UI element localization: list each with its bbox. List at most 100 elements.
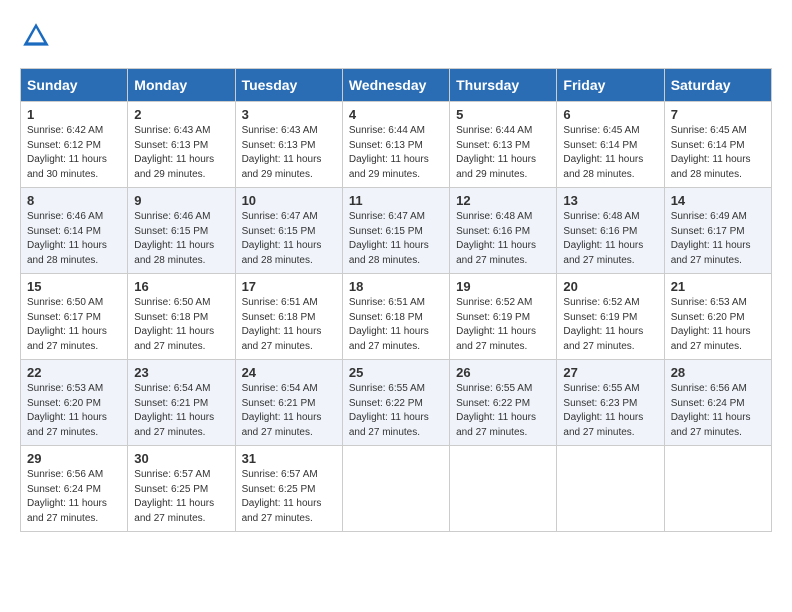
day-info: Sunrise: 6:51 AMSunset: 6:18 PMDaylight:…: [349, 297, 429, 352]
day-number: 19: [456, 279, 550, 294]
day-number: 30: [134, 451, 228, 466]
calendar-day-cell: 11 Sunrise: 6:47 AMSunset: 6:15 PMDaylig…: [342, 188, 449, 274]
day-info: Sunrise: 6:52 AMSunset: 6:19 PMDaylight:…: [456, 297, 536, 352]
page-header: [20, 20, 772, 52]
calendar-day-cell: 18 Sunrise: 6:51 AMSunset: 6:18 PMDaylig…: [342, 274, 449, 360]
day-info: Sunrise: 6:47 AMSunset: 6:15 PMDaylight:…: [242, 211, 322, 266]
empty-cell: [450, 446, 557, 532]
day-number: 15: [27, 279, 121, 294]
day-info: Sunrise: 6:46 AMSunset: 6:14 PMDaylight:…: [27, 211, 107, 266]
logo: [20, 20, 56, 52]
day-info: Sunrise: 6:55 AMSunset: 6:22 PMDaylight:…: [349, 383, 429, 438]
day-number: 10: [242, 193, 336, 208]
day-header-friday: Friday: [557, 69, 664, 102]
day-header-wednesday: Wednesday: [342, 69, 449, 102]
day-number: 3: [242, 107, 336, 122]
day-number: 4: [349, 107, 443, 122]
day-number: 20: [563, 279, 657, 294]
calendar-day-cell: 17 Sunrise: 6:51 AMSunset: 6:18 PMDaylig…: [235, 274, 342, 360]
day-info: Sunrise: 6:54 AMSunset: 6:21 PMDaylight:…: [242, 383, 322, 438]
day-number: 5: [456, 107, 550, 122]
calendar-day-cell: 7 Sunrise: 6:45 AMSunset: 6:14 PMDayligh…: [664, 102, 771, 188]
day-info: Sunrise: 6:50 AMSunset: 6:18 PMDaylight:…: [134, 297, 214, 352]
day-header-sunday: Sunday: [21, 69, 128, 102]
calendar-day-cell: 13 Sunrise: 6:48 AMSunset: 6:16 PMDaylig…: [557, 188, 664, 274]
day-number: 13: [563, 193, 657, 208]
calendar-day-cell: 15 Sunrise: 6:50 AMSunset: 6:17 PMDaylig…: [21, 274, 128, 360]
day-number: 28: [671, 365, 765, 380]
day-info: Sunrise: 6:52 AMSunset: 6:19 PMDaylight:…: [563, 297, 643, 352]
calendar-day-cell: 26 Sunrise: 6:55 AMSunset: 6:22 PMDaylig…: [450, 360, 557, 446]
calendar-day-cell: 9 Sunrise: 6:46 AMSunset: 6:15 PMDayligh…: [128, 188, 235, 274]
day-number: 12: [456, 193, 550, 208]
calendar-day-cell: 3 Sunrise: 6:43 AMSunset: 6:13 PMDayligh…: [235, 102, 342, 188]
calendar-day-cell: 10 Sunrise: 6:47 AMSunset: 6:15 PMDaylig…: [235, 188, 342, 274]
day-number: 14: [671, 193, 765, 208]
day-info: Sunrise: 6:47 AMSunset: 6:15 PMDaylight:…: [349, 211, 429, 266]
day-info: Sunrise: 6:48 AMSunset: 6:16 PMDaylight:…: [456, 211, 536, 266]
day-info: Sunrise: 6:50 AMSunset: 6:17 PMDaylight:…: [27, 297, 107, 352]
calendar-day-cell: 22 Sunrise: 6:53 AMSunset: 6:20 PMDaylig…: [21, 360, 128, 446]
day-number: 24: [242, 365, 336, 380]
day-info: Sunrise: 6:46 AMSunset: 6:15 PMDaylight:…: [134, 211, 214, 266]
day-number: 11: [349, 193, 443, 208]
day-number: 27: [563, 365, 657, 380]
calendar-header-row: SundayMondayTuesdayWednesdayThursdayFrid…: [21, 69, 772, 102]
day-number: 31: [242, 451, 336, 466]
day-info: Sunrise: 6:48 AMSunset: 6:16 PMDaylight:…: [563, 211, 643, 266]
calendar-week-row: 22 Sunrise: 6:53 AMSunset: 6:20 PMDaylig…: [21, 360, 772, 446]
day-info: Sunrise: 6:53 AMSunset: 6:20 PMDaylight:…: [27, 383, 107, 438]
calendar-day-cell: 23 Sunrise: 6:54 AMSunset: 6:21 PMDaylig…: [128, 360, 235, 446]
calendar-week-row: 15 Sunrise: 6:50 AMSunset: 6:17 PMDaylig…: [21, 274, 772, 360]
calendar-day-cell: 14 Sunrise: 6:49 AMSunset: 6:17 PMDaylig…: [664, 188, 771, 274]
day-info: Sunrise: 6:54 AMSunset: 6:21 PMDaylight:…: [134, 383, 214, 438]
day-header-tuesday: Tuesday: [235, 69, 342, 102]
day-number: 25: [349, 365, 443, 380]
empty-cell: [557, 446, 664, 532]
day-info: Sunrise: 6:45 AMSunset: 6:14 PMDaylight:…: [563, 125, 643, 180]
day-info: Sunrise: 6:44 AMSunset: 6:13 PMDaylight:…: [456, 125, 536, 180]
calendar-day-cell: 30 Sunrise: 6:57 AMSunset: 6:25 PMDaylig…: [128, 446, 235, 532]
calendar-day-cell: 2 Sunrise: 6:43 AMSunset: 6:13 PMDayligh…: [128, 102, 235, 188]
calendar-day-cell: 28 Sunrise: 6:56 AMSunset: 6:24 PMDaylig…: [664, 360, 771, 446]
day-number: 26: [456, 365, 550, 380]
day-number: 6: [563, 107, 657, 122]
day-info: Sunrise: 6:45 AMSunset: 6:14 PMDaylight:…: [671, 125, 751, 180]
day-number: 7: [671, 107, 765, 122]
day-number: 29: [27, 451, 121, 466]
calendar-day-cell: 12 Sunrise: 6:48 AMSunset: 6:16 PMDaylig…: [450, 188, 557, 274]
day-info: Sunrise: 6:56 AMSunset: 6:24 PMDaylight:…: [671, 383, 751, 438]
calendar-day-cell: 6 Sunrise: 6:45 AMSunset: 6:14 PMDayligh…: [557, 102, 664, 188]
day-number: 9: [134, 193, 228, 208]
calendar-week-row: 8 Sunrise: 6:46 AMSunset: 6:14 PMDayligh…: [21, 188, 772, 274]
day-number: 21: [671, 279, 765, 294]
day-number: 2: [134, 107, 228, 122]
empty-cell: [342, 446, 449, 532]
calendar-day-cell: 19 Sunrise: 6:52 AMSunset: 6:19 PMDaylig…: [450, 274, 557, 360]
day-info: Sunrise: 6:57 AMSunset: 6:25 PMDaylight:…: [242, 469, 322, 524]
day-header-thursday: Thursday: [450, 69, 557, 102]
day-header-saturday: Saturday: [664, 69, 771, 102]
calendar-day-cell: 21 Sunrise: 6:53 AMSunset: 6:20 PMDaylig…: [664, 274, 771, 360]
day-number: 16: [134, 279, 228, 294]
calendar-day-cell: 4 Sunrise: 6:44 AMSunset: 6:13 PMDayligh…: [342, 102, 449, 188]
calendar-day-cell: 27 Sunrise: 6:55 AMSunset: 6:23 PMDaylig…: [557, 360, 664, 446]
day-number: 23: [134, 365, 228, 380]
calendar-day-cell: 8 Sunrise: 6:46 AMSunset: 6:14 PMDayligh…: [21, 188, 128, 274]
day-number: 8: [27, 193, 121, 208]
day-number: 17: [242, 279, 336, 294]
day-number: 22: [27, 365, 121, 380]
day-info: Sunrise: 6:55 AMSunset: 6:22 PMDaylight:…: [456, 383, 536, 438]
day-info: Sunrise: 6:42 AMSunset: 6:12 PMDaylight:…: [27, 125, 107, 180]
calendar-day-cell: 31 Sunrise: 6:57 AMSunset: 6:25 PMDaylig…: [235, 446, 342, 532]
day-info: Sunrise: 6:44 AMSunset: 6:13 PMDaylight:…: [349, 125, 429, 180]
day-number: 18: [349, 279, 443, 294]
calendar-week-row: 1 Sunrise: 6:42 AMSunset: 6:12 PMDayligh…: [21, 102, 772, 188]
day-number: 1: [27, 107, 121, 122]
calendar-day-cell: 29 Sunrise: 6:56 AMSunset: 6:24 PMDaylig…: [21, 446, 128, 532]
calendar-day-cell: 16 Sunrise: 6:50 AMSunset: 6:18 PMDaylig…: [128, 274, 235, 360]
calendar-day-cell: 20 Sunrise: 6:52 AMSunset: 6:19 PMDaylig…: [557, 274, 664, 360]
calendar: SundayMondayTuesdayWednesdayThursdayFrid…: [20, 68, 772, 532]
day-info: Sunrise: 6:56 AMSunset: 6:24 PMDaylight:…: [27, 469, 107, 524]
calendar-day-cell: 25 Sunrise: 6:55 AMSunset: 6:22 PMDaylig…: [342, 360, 449, 446]
